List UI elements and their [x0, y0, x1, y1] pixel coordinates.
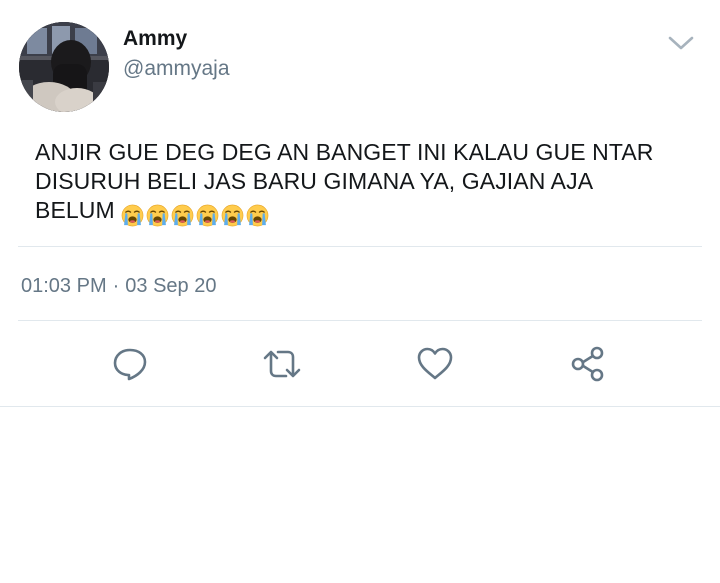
like-icon: [417, 347, 453, 380]
loudly-crying-face-emoji: [171, 205, 194, 227]
tweet-time: 01:03 PM: [21, 275, 107, 297]
divider-bottom: [18, 320, 702, 321]
avatar-photo: [19, 22, 109, 112]
emoji-row: [121, 200, 271, 229]
loudly-crying-face-emoji: [246, 205, 269, 227]
retweet-button[interactable]: [262, 344, 302, 384]
more-options-chevron-down-icon[interactable]: [667, 33, 695, 53]
user-handle[interactable]: @ammyaja: [123, 56, 230, 82]
retweet-icon: [263, 350, 301, 378]
tweet-text-block: ANJIR GUE DEG DEG AN BANGET INI KALAU GU…: [35, 138, 675, 229]
tweet-timestamp[interactable]: 01:03 PM · 03 Sep 20: [21, 274, 216, 298]
reply-button[interactable]: [110, 344, 150, 384]
loudly-crying-face-emoji: [121, 205, 144, 227]
share-button[interactable]: [568, 344, 608, 384]
loudly-crying-face-emoji: [221, 205, 244, 227]
tweet-date: 03 Sep 20: [125, 275, 217, 297]
display-name[interactable]: Ammy: [123, 26, 230, 52]
reply-icon: [113, 348, 147, 381]
avatar[interactable]: [19, 22, 109, 112]
like-button[interactable]: [415, 344, 455, 384]
tweet-card: Ammy @ammyaja ANJIR GUE DEG DEG AN BANGE…: [0, 0, 720, 407]
share-icon: [571, 346, 604, 382]
loudly-crying-face-emoji: [196, 205, 219, 227]
user-block[interactable]: Ammy @ammyaja: [123, 26, 230, 82]
divider-top: [18, 246, 702, 247]
meta-separator: ·: [112, 275, 120, 297]
loudly-crying-face-emoji: [146, 205, 169, 227]
